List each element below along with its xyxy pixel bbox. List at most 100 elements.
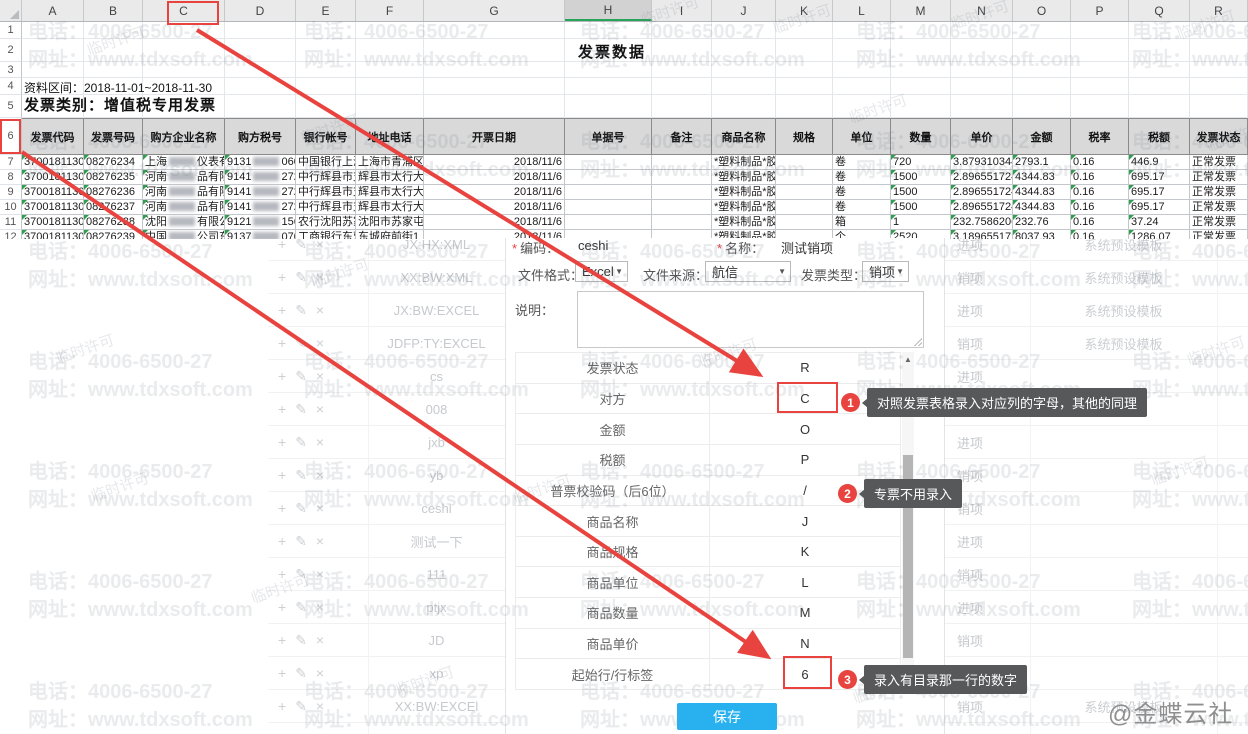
add-icon[interactable]: +: [278, 567, 286, 581]
list-item[interactable]: +✎×JDFP:TY:EXCEL: [268, 327, 505, 360]
sheet-header-cell: 单价: [951, 118, 1013, 155]
edit-icon[interactable]: ✎: [295, 699, 307, 713]
list-item-right[interactable]: 销项: [945, 492, 1248, 525]
list-item[interactable]: +✎×111: [268, 558, 505, 591]
list-item[interactable]: +✎×JD: [268, 624, 505, 657]
sheet-cell: [143, 39, 225, 62]
delete-icon[interactable]: ×: [316, 699, 324, 713]
edit-icon[interactable]: ✎: [295, 666, 307, 680]
mapping-column-input[interactable]: K: [710, 537, 900, 567]
edit-icon[interactable]: ✎: [295, 501, 307, 515]
edit-icon[interactable]: ✎: [295, 435, 307, 449]
add-icon[interactable]: +: [278, 435, 286, 449]
list-item-right[interactable]: 进项: [945, 591, 1248, 624]
list-item-right[interactable]: 进项: [945, 426, 1248, 459]
add-icon[interactable]: +: [278, 336, 286, 350]
mapping-column-input[interactable]: L: [710, 567, 900, 597]
sheet-cell: [951, 22, 1013, 39]
delete-icon[interactable]: ×: [316, 666, 324, 680]
sheet-header-cell: 单位: [833, 118, 891, 155]
list-item-actions: + ✎ ×: [268, 237, 324, 251]
list-item[interactable]: +✎×XX:BW:XML: [268, 261, 505, 294]
add-icon[interactable]: +: [278, 600, 286, 614]
list-item[interactable]: +✎×yb: [268, 459, 505, 492]
edit-icon[interactable]: ✎: [295, 336, 307, 350]
delete-icon[interactable]: ×: [316, 633, 324, 647]
list-item[interactable]: +✎×ceshi: [268, 492, 505, 525]
edit-icon[interactable]: ✎: [295, 237, 307, 251]
list-item[interactable]: +✎×测试一下: [268, 525, 505, 558]
privacy-blur: [169, 187, 195, 196]
delete-icon[interactable]: ×: [316, 435, 324, 449]
delete-icon[interactable]: ×: [316, 468, 324, 482]
list-item[interactable]: +✎×ptjx: [268, 591, 505, 624]
edit-icon[interactable]: ✎: [295, 369, 307, 383]
delete-icon[interactable]: ×: [316, 534, 324, 548]
cell-text: 07063: [281, 231, 296, 239]
add-icon[interactable]: +: [278, 369, 286, 383]
add-icon[interactable]: +: [278, 270, 286, 284]
list-item[interactable]: +✎×xp: [268, 657, 505, 690]
add-icon[interactable]: +: [278, 303, 286, 317]
add-icon[interactable]: +: [278, 534, 286, 548]
sheet-cell: 上海市青浦区: [356, 155, 424, 170]
delete-icon[interactable]: ×: [316, 270, 324, 284]
description-textarea[interactable]: [577, 291, 924, 348]
edit-icon[interactable]: ✎: [295, 633, 307, 647]
resize-grip-icon[interactable]: [913, 337, 922, 346]
column-header-D: D: [225, 0, 296, 21]
list-item-right[interactable]: 销项: [945, 624, 1248, 657]
add-icon[interactable]: +: [278, 468, 286, 482]
mapping-column-input[interactable]: M: [710, 598, 900, 628]
save-button[interactable]: 保存: [677, 703, 777, 730]
add-icon[interactable]: +: [278, 501, 286, 515]
edit-icon[interactable]: ✎: [295, 270, 307, 284]
edit-icon[interactable]: ✎: [295, 468, 307, 482]
sheet-cell: [1071, 62, 1129, 78]
add-icon[interactable]: +: [278, 666, 286, 680]
delete-icon[interactable]: ×: [316, 369, 324, 383]
sheet-cell: [424, 95, 565, 118]
add-icon[interactable]: +: [278, 237, 286, 251]
delete-icon[interactable]: ×: [316, 600, 324, 614]
mapping-field-label: 发票状态: [516, 353, 710, 383]
list-item[interactable]: +✎×008: [268, 393, 505, 426]
list-item[interactable]: +✎×XX:BW:EXCEl: [268, 690, 505, 723]
delete-icon[interactable]: ×: [316, 336, 324, 350]
list-item-right[interactable]: 销项: [945, 459, 1248, 492]
list-item[interactable]: +✎×JX:BW:EXCEL: [268, 294, 505, 327]
delete-icon[interactable]: ×: [316, 303, 324, 317]
mapping-column-input[interactable]: R: [710, 353, 900, 383]
mapping-column-input[interactable]: N: [710, 629, 900, 659]
sheet-cell: [565, 185, 652, 200]
mapping-column-input[interactable]: P: [710, 445, 900, 475]
add-icon[interactable]: +: [278, 633, 286, 647]
add-icon[interactable]: +: [278, 402, 286, 416]
delete-icon[interactable]: ×: [316, 567, 324, 581]
mapping-column-input[interactable]: O: [710, 414, 900, 444]
edit-icon[interactable]: ✎: [295, 534, 307, 548]
sheet-cell: [356, 95, 424, 118]
list-item-right[interactable]: 进项: [945, 525, 1248, 558]
list-item-right[interactable]: 进项系统预设模板: [945, 294, 1248, 327]
scroll-up-icon[interactable]: ▲: [902, 352, 914, 366]
delete-icon[interactable]: ×: [316, 237, 324, 251]
delete-icon[interactable]: ×: [316, 501, 324, 515]
edit-icon[interactable]: ✎: [295, 303, 307, 317]
list-item-right[interactable]: 销项: [945, 558, 1248, 591]
edit-icon[interactable]: ✎: [295, 567, 307, 581]
edit-icon[interactable]: ✎: [295, 600, 307, 614]
file-format-select[interactable]: Excel ▼: [575, 261, 628, 282]
delete-icon[interactable]: ×: [316, 402, 324, 416]
list-item[interactable]: +✎×jxb: [268, 426, 505, 459]
list-item-right[interactable]: 销项系统预设模板: [945, 327, 1248, 360]
file-source-select[interactable]: 航信 ▼: [705, 261, 791, 282]
edit-icon[interactable]: ✎: [295, 402, 307, 416]
name-input[interactable]: 测试销项: [781, 238, 833, 257]
add-icon[interactable]: +: [278, 699, 286, 713]
code-input[interactable]: ceshi: [578, 238, 608, 253]
list-item-right[interactable]: 销项系统预设模板: [945, 261, 1248, 294]
mapping-column-input[interactable]: J: [710, 506, 900, 536]
invoice-type-select[interactable]: 销项 ▼: [862, 261, 909, 282]
list-item[interactable]: +✎×cs: [268, 360, 505, 393]
